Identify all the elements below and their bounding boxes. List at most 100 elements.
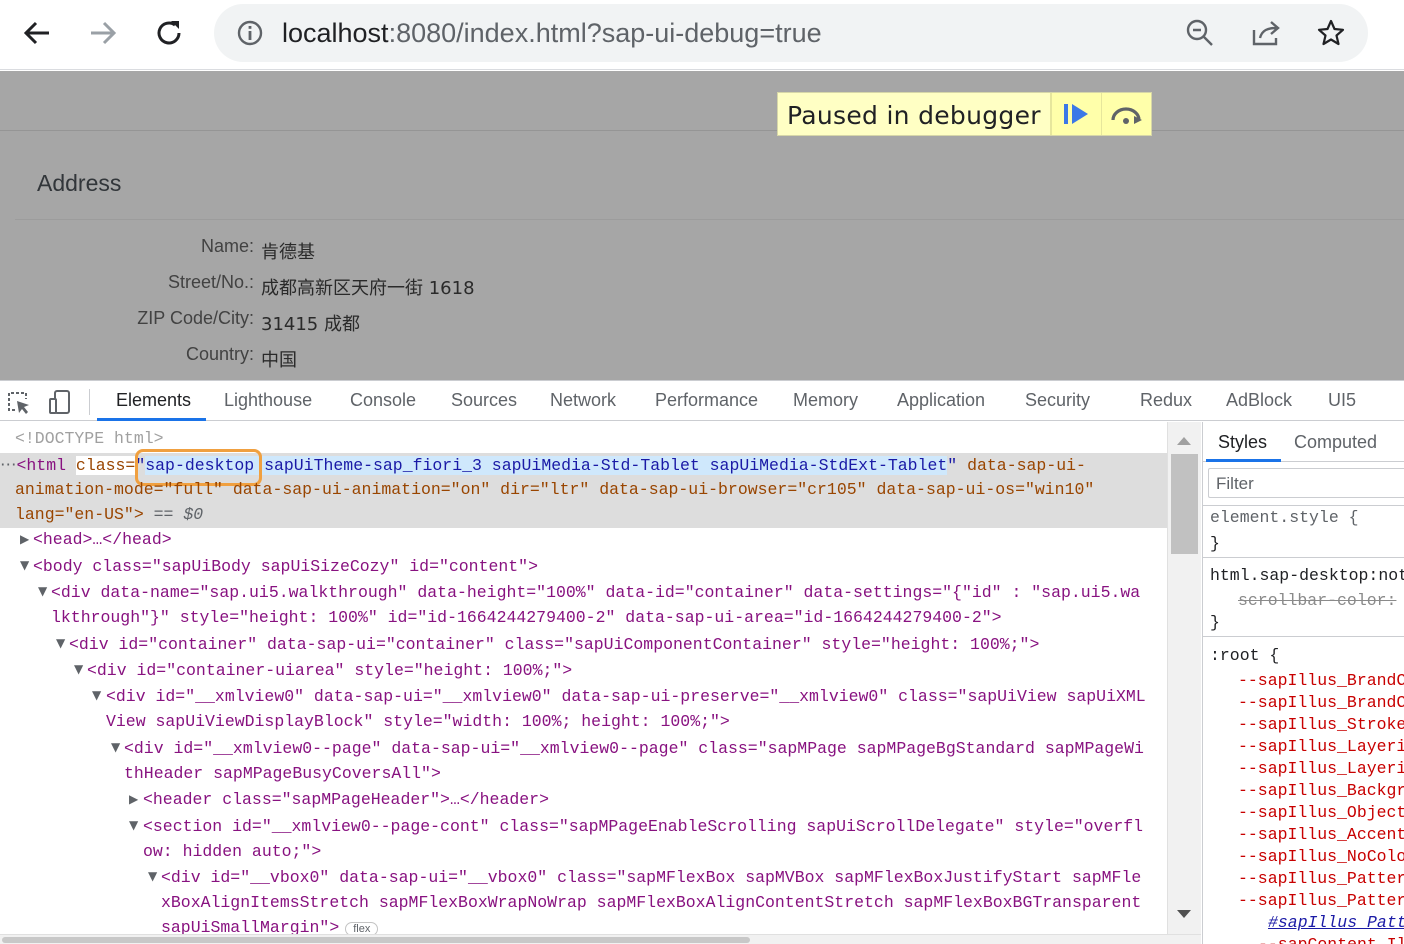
- divider: [1203, 505, 1404, 506]
- element-style-rule[interactable]: element.style {: [1210, 508, 1359, 527]
- tab-network[interactable]: Network: [550, 390, 616, 411]
- reload-icon: [157, 21, 181, 45]
- tab-elements[interactable]: Elements: [116, 390, 191, 411]
- css-var[interactable]: --sapIllus_Patter: [1238, 869, 1404, 888]
- css-var[interactable]: --sapIllus_Object: [1238, 803, 1404, 822]
- xmlview-div-node[interactable]: <div id="__xmlview0" data-sap-ui="__xmlv…: [106, 687, 1146, 706]
- bookmark-star-icon[interactable]: [1313, 15, 1349, 51]
- tab-application[interactable]: Application: [897, 390, 985, 411]
- styles-active-tab-indicator: [1206, 459, 1281, 462]
- doctype-node[interactable]: <!DOCTYPE html>: [15, 429, 164, 448]
- debugger-paused-label: Paused in debugger: [778, 93, 1051, 135]
- name-label: Name:: [200, 236, 254, 256]
- horizontal-scroll-thumb[interactable]: [2, 937, 750, 943]
- tab-performance[interactable]: Performance: [655, 390, 758, 411]
- divider: [1203, 636, 1404, 637]
- scrollbar-color-prop[interactable]: scrollbar-color:: [1238, 591, 1396, 610]
- name-value: 肯德基: [261, 242, 315, 263]
- css-var[interactable]: --sapIllus_Backgr: [1238, 781, 1404, 800]
- page-div-node[interactable]: <div id="__xmlview0--page" data-sap-ui="…: [124, 739, 1144, 758]
- devtools-panel: Elements Lighthouse Console Sources Netw…: [0, 380, 1404, 944]
- tab-computed[interactable]: Computed: [1294, 432, 1377, 453]
- body-node[interactable]: <body class="sapUiBody sapUiSizeCozy" id…: [33, 557, 538, 576]
- css-var[interactable]: --sapIllus_NoColo: [1238, 847, 1404, 866]
- back-button[interactable]: [14, 10, 60, 56]
- step-over-button[interactable]: [1100, 93, 1151, 135]
- uiarea-div-node[interactable]: <div id="container-uiarea" style="height…: [87, 661, 572, 680]
- container-div-node[interactable]: <div id="container" data-sap-ui="contain…: [69, 635, 1039, 654]
- vertical-scroll-thumb[interactable]: [1171, 454, 1198, 554]
- css-var[interactable]: --sapIllus_Layeri: [1238, 737, 1404, 756]
- tab-lighthouse[interactable]: Lighthouse: [224, 390, 312, 411]
- site-info-icon[interactable]: [232, 15, 268, 51]
- html-line1-tail: data-sap-ui-: [957, 456, 1086, 475]
- elements-vertical-scrollbar[interactable]: [1167, 422, 1201, 934]
- styles-filter-input[interactable]: Filter: [1208, 468, 1404, 498]
- tab-adblock[interactable]: AdBlock: [1226, 390, 1292, 411]
- page-header: [0, 71, 1404, 131]
- collapse-triangle-icon[interactable]: ▼: [74, 662, 83, 676]
- css-var[interactable]: --sapIllus_BrandC: [1238, 671, 1404, 690]
- css-var[interactable]: --sapIllus_Layeri: [1238, 759, 1404, 778]
- resume-button[interactable]: [1050, 93, 1101, 135]
- tab-ui5[interactable]: UI5: [1328, 390, 1356, 411]
- css-var-link[interactable]: #sapIllus_Patt: [1268, 913, 1404, 932]
- section-node-cont: ow: hidden auto;">: [143, 842, 322, 861]
- step-over-icon: [1111, 107, 1143, 124]
- rule-close: }: [1210, 534, 1220, 553]
- forward-arrow-icon: [91, 21, 117, 45]
- tab-styles[interactable]: Styles: [1218, 432, 1267, 453]
- collapse-triangle-icon[interactable]: ▼: [56, 636, 65, 650]
- selected-marker: == $0: [143, 505, 204, 524]
- reload-button[interactable]: [146, 10, 192, 56]
- collapse-triangle-icon[interactable]: ▼: [20, 558, 29, 572]
- more-dots[interactable]: ⋯: [0, 456, 17, 475]
- device-toolbar-icon[interactable]: [46, 388, 74, 416]
- inspect-element-icon[interactable]: [4, 388, 32, 416]
- tab-memory[interactable]: Memory: [793, 390, 858, 411]
- share-icon[interactable]: [1248, 15, 1284, 51]
- collapse-triangle-icon[interactable]: ▼: [148, 869, 157, 883]
- css-var[interactable]: --sapIllus_Patter: [1238, 891, 1404, 910]
- scroll-up-icon[interactable]: [1176, 434, 1192, 446]
- collapse-triangle-icon[interactable]: ▼: [38, 584, 47, 598]
- tab-console[interactable]: Console: [350, 390, 416, 411]
- forward-button[interactable]: [80, 10, 126, 56]
- head-node[interactable]: <head>…</head>: [33, 530, 172, 549]
- header-node[interactable]: <header class="sapMPageHeader">…</header…: [143, 790, 549, 809]
- tab-separator: [89, 389, 90, 415]
- root-rule[interactable]: :root {: [1210, 646, 1279, 665]
- class-rest-value: sapUiTheme-sap_fiori_3 sapUiMedia-Std-Ta…: [254, 456, 948, 475]
- flex-badge[interactable]: flex: [345, 922, 379, 934]
- address-bar[interactable]: localhost:8080/index.html?sap-ui-debug=t…: [214, 4, 1368, 62]
- vbox-div-node[interactable]: <div id="__vbox0" data-sap-ui="__vbox0" …: [161, 868, 1141, 887]
- html-desktop-rule[interactable]: html.sap-desktop:not: [1210, 566, 1404, 585]
- tab-redux[interactable]: Redux: [1140, 390, 1192, 411]
- collapse-triangle-icon[interactable]: ▼: [92, 688, 101, 702]
- walkthrough-div-node-cont: lkthrough"}" style="height: 100%" id="id…: [51, 608, 1002, 627]
- expand-triangle-icon[interactable]: ▶: [20, 532, 29, 546]
- section-node[interactable]: <section id="__xmlview0--page-cont" clas…: [143, 817, 1143, 836]
- street-label: Street/No.:: [167, 272, 254, 292]
- css-var[interactable]: --sapIllus_BrandC: [1238, 693, 1404, 712]
- zoom-icon[interactable]: [1182, 15, 1218, 51]
- expand-triangle-icon[interactable]: ▶: [129, 792, 138, 806]
- zip-city-value: 31415 成都: [261, 314, 360, 335]
- walkthrough-div-node[interactable]: <div data-name="sap.ui5.walkthrough" dat…: [51, 583, 1140, 602]
- html-attrs-line3: lang="en-US"> == $0: [15, 505, 203, 524]
- url-host: localhost: [282, 18, 389, 48]
- css-var[interactable]: --sapIllus_Accent: [1238, 825, 1404, 844]
- tab-sources[interactable]: Sources: [451, 390, 517, 411]
- scroll-down-icon[interactable]: [1176, 909, 1192, 921]
- collapse-triangle-icon[interactable]: ▼: [129, 818, 138, 832]
- elements-tree[interactable]: <!DOCTYPE html> ⋯<html class="sap-deskto…: [0, 422, 1167, 934]
- tab-security[interactable]: Security: [1025, 390, 1090, 411]
- zip-city-label: ZIP Code/City:: [137, 308, 254, 328]
- css-var[interactable]: --sapIllus_Stroke: [1238, 715, 1404, 734]
- filter-placeholder: Filter: [1216, 474, 1254, 493]
- active-tab-indicator: [97, 418, 206, 421]
- country-value: 中国: [261, 350, 297, 371]
- url-text[interactable]: localhost:8080/index.html?sap-ui-debug=t…: [282, 18, 822, 49]
- collapse-triangle-icon[interactable]: ▼: [111, 740, 120, 754]
- address-panel-title: Address: [37, 170, 122, 196]
